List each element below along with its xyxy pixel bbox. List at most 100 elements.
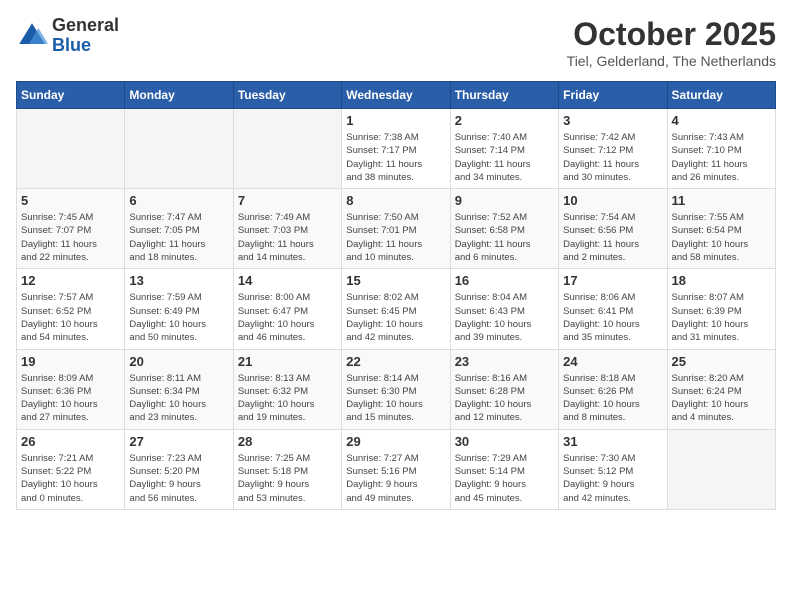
calendar-cell: 29 Sunrise: 7:27 AM Sunset: 5:16 PM Dayli… [342, 429, 450, 509]
day-number: 18 [672, 273, 771, 288]
calendar-cell: 15 Sunrise: 8:02 AM Sunset: 6:45 PM Dayli… [342, 269, 450, 349]
calendar-cell: 5 Sunrise: 7:45 AM Sunset: 7:07 PM Daylig… [17, 189, 125, 269]
weekday-header-cell: Wednesday [342, 82, 450, 109]
day-info: Sunrise: 7:54 AM Sunset: 6:56 PM Dayligh… [563, 211, 662, 264]
weekday-header-cell: Friday [559, 82, 667, 109]
day-info: Sunrise: 8:11 AM Sunset: 6:34 PM Dayligh… [129, 372, 228, 425]
day-number: 9 [455, 193, 554, 208]
calendar-cell: 28Sunrise: 7:25 AM Sunset: 5:18 PM Dayli… [233, 429, 341, 509]
calendar-cell [125, 109, 233, 189]
day-info: Sunrise: 7:43 AM Sunset: 7:10 PM Dayligh… [672, 131, 771, 184]
weekday-header-cell: Tuesday [233, 82, 341, 109]
day-number: 14 [238, 273, 337, 288]
calendar-cell: 11 Sunrise: 7:55 AM Sunset: 6:54 PM Dayli… [667, 189, 775, 269]
day-number: 19 [21, 354, 120, 369]
day-info: Sunrise: 7:38 AM Sunset: 7:17 PM Dayligh… [346, 131, 445, 184]
day-number: 20 [129, 354, 228, 369]
calendar-cell: 23 Sunrise: 8:16 AM Sunset: 6:28 PM Dayli… [450, 349, 558, 429]
day-number: 1 [346, 113, 445, 128]
day-info: Sunrise: 8:13 AM Sunset: 6:32 PM Dayligh… [238, 372, 337, 425]
day-info: Sunrise: 7:52 AM Sunset: 6:58 PM Dayligh… [455, 211, 554, 264]
day-info: Sunrise: 8:04 AM Sunset: 6:43 PM Dayligh… [455, 291, 554, 344]
calendar-cell: 30 Sunrise: 7:29 AM Sunset: 5:14 PM Dayli… [450, 429, 558, 509]
day-info: Sunrise: 7:29 AM Sunset: 5:14 PM Dayligh… [455, 452, 554, 505]
day-number: 6 [129, 193, 228, 208]
day-number: 4 [672, 113, 771, 128]
location: Tiel, Gelderland, The Netherlands [567, 53, 776, 69]
calendar-cell: 19Sunrise: 8:09 AM Sunset: 6:36 PM Dayli… [17, 349, 125, 429]
day-info: Sunrise: 7:23 AM Sunset: 5:20 PM Dayligh… [129, 452, 228, 505]
day-info: Sunrise: 8:20 AM Sunset: 6:24 PM Dayligh… [672, 372, 771, 425]
day-number: 26 [21, 434, 120, 449]
calendar-cell: 3Sunrise: 7:42 AM Sunset: 7:12 PM Daylig… [559, 109, 667, 189]
calendar: SundayMondayTuesdayWednesdayThursdayFrid… [16, 81, 776, 510]
day-info: Sunrise: 7:55 AM Sunset: 6:54 PM Dayligh… [672, 211, 771, 264]
day-number: 24 [563, 354, 662, 369]
day-number: 28 [238, 434, 337, 449]
page-header: General Blue October 2025 Tiel, Gelderla… [16, 16, 776, 69]
day-info: Sunrise: 7:50 AM Sunset: 7:01 PM Dayligh… [346, 211, 445, 264]
calendar-cell: 7 Sunrise: 7:49 AM Sunset: 7:03 PM Daylig… [233, 189, 341, 269]
day-info: Sunrise: 8:02 AM Sunset: 6:45 PM Dayligh… [346, 291, 445, 344]
calendar-cell: 16 Sunrise: 8:04 AM Sunset: 6:43 PM Dayli… [450, 269, 558, 349]
day-number: 5 [21, 193, 120, 208]
calendar-cell: 24Sunrise: 8:18 AM Sunset: 6:26 PM Dayli… [559, 349, 667, 429]
calendar-cell: 10 Sunrise: 7:54 AM Sunset: 6:56 PM Dayli… [559, 189, 667, 269]
calendar-body: 1 Sunrise: 7:38 AM Sunset: 7:17 PM Daylig… [17, 109, 776, 510]
day-number: 30 [455, 434, 554, 449]
day-number: 23 [455, 354, 554, 369]
logo-icon [16, 20, 48, 52]
weekday-header-cell: Monday [125, 82, 233, 109]
calendar-week-row: 1 Sunrise: 7:38 AM Sunset: 7:17 PM Daylig… [17, 109, 776, 189]
day-number: 31 [563, 434, 662, 449]
calendar-cell: 9 Sunrise: 7:52 AM Sunset: 6:58 PM Daylig… [450, 189, 558, 269]
day-info: Sunrise: 7:21 AM Sunset: 5:22 PM Dayligh… [21, 452, 120, 505]
day-number: 2 [455, 113, 554, 128]
calendar-week-row: 26 Sunrise: 7:21 AM Sunset: 5:22 PM Dayli… [17, 429, 776, 509]
calendar-cell: 1 Sunrise: 7:38 AM Sunset: 7:17 PM Daylig… [342, 109, 450, 189]
calendar-week-row: 5 Sunrise: 7:45 AM Sunset: 7:07 PM Daylig… [17, 189, 776, 269]
calendar-cell: 21 Sunrise: 8:13 AM Sunset: 6:32 PM Dayli… [233, 349, 341, 429]
calendar-cell: 25 Sunrise: 8:20 AM Sunset: 6:24 PM Dayli… [667, 349, 775, 429]
weekday-header: SundayMondayTuesdayWednesdayThursdayFrid… [17, 82, 776, 109]
calendar-cell: 4 Sunrise: 7:43 AM Sunset: 7:10 PM Daylig… [667, 109, 775, 189]
calendar-cell: 18Sunrise: 8:07 AM Sunset: 6:39 PM Dayli… [667, 269, 775, 349]
day-number: 21 [238, 354, 337, 369]
day-info: Sunrise: 7:47 AM Sunset: 7:05 PM Dayligh… [129, 211, 228, 264]
day-info: Sunrise: 8:00 AM Sunset: 6:47 PM Dayligh… [238, 291, 337, 344]
calendar-cell: 8Sunrise: 7:50 AM Sunset: 7:01 PM Daylig… [342, 189, 450, 269]
weekday-header-cell: Thursday [450, 82, 558, 109]
calendar-cell: 17Sunrise: 8:06 AM Sunset: 6:41 PM Dayli… [559, 269, 667, 349]
day-number: 12 [21, 273, 120, 288]
logo-general: General [52, 16, 119, 36]
calendar-cell: 31Sunrise: 7:30 AM Sunset: 5:12 PM Dayli… [559, 429, 667, 509]
logo: General Blue [16, 16, 119, 56]
day-info: Sunrise: 7:45 AM Sunset: 7:07 PM Dayligh… [21, 211, 120, 264]
day-number: 17 [563, 273, 662, 288]
calendar-cell: 2 Sunrise: 7:40 AM Sunset: 7:14 PM Daylig… [450, 109, 558, 189]
calendar-cell [17, 109, 125, 189]
calendar-cell [667, 429, 775, 509]
day-number: 16 [455, 273, 554, 288]
calendar-cell: 12Sunrise: 7:57 AM Sunset: 6:52 PM Dayli… [17, 269, 125, 349]
day-number: 11 [672, 193, 771, 208]
day-number: 7 [238, 193, 337, 208]
day-number: 3 [563, 113, 662, 128]
day-number: 10 [563, 193, 662, 208]
day-info: Sunrise: 8:16 AM Sunset: 6:28 PM Dayligh… [455, 372, 554, 425]
day-info: Sunrise: 7:40 AM Sunset: 7:14 PM Dayligh… [455, 131, 554, 184]
day-number: 29 [346, 434, 445, 449]
day-info: Sunrise: 8:14 AM Sunset: 6:30 PM Dayligh… [346, 372, 445, 425]
calendar-week-row: 19Sunrise: 8:09 AM Sunset: 6:36 PM Dayli… [17, 349, 776, 429]
calendar-cell: 22Sunrise: 8:14 AM Sunset: 6:30 PM Dayli… [342, 349, 450, 429]
title-block: October 2025 Tiel, Gelderland, The Nethe… [567, 16, 776, 69]
month-title: October 2025 [567, 16, 776, 53]
day-info: Sunrise: 7:49 AM Sunset: 7:03 PM Dayligh… [238, 211, 337, 264]
weekday-header-cell: Sunday [17, 82, 125, 109]
calendar-cell [233, 109, 341, 189]
day-number: 25 [672, 354, 771, 369]
logo-blue: Blue [52, 36, 119, 56]
day-number: 13 [129, 273, 228, 288]
day-number: 15 [346, 273, 445, 288]
day-info: Sunrise: 7:27 AM Sunset: 5:16 PM Dayligh… [346, 452, 445, 505]
